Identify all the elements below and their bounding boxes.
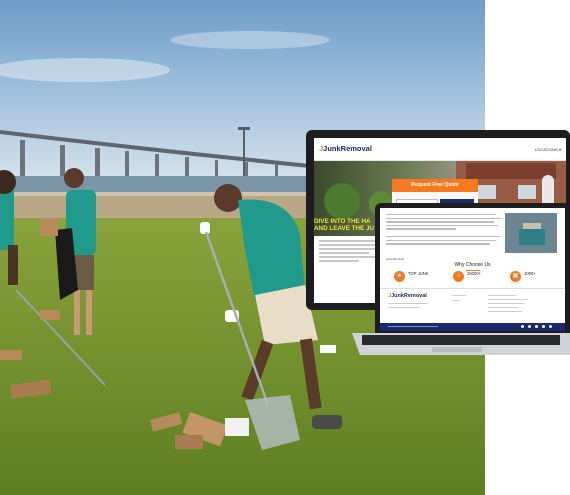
stat-value: 1000+ xyxy=(524,271,536,276)
trophy-icon: ★ xyxy=(394,271,405,282)
hero-headline: DIVE INTO THE HA AND LEAVE THE JU xyxy=(314,218,374,233)
site-header: JJunkRemoval LOCATIONS ▾ xyxy=(314,138,566,161)
window-image xyxy=(478,185,496,199)
stat-value: TOP JUNK xyxy=(408,271,429,276)
tree-image xyxy=(324,183,360,219)
locations-menu[interactable]: LOCATIONS ▾ xyxy=(535,147,561,152)
instagram-icon[interactable] xyxy=(549,325,552,328)
linkedin-icon[interactable] xyxy=(535,325,538,328)
twitter-icon[interactable] xyxy=(528,325,531,328)
logo-text: JunkRemoval xyxy=(323,144,372,154)
request-quote-button[interactable]: Request Free Quote xyxy=(392,179,478,192)
hero-headline-line2: AND LEAVE THE JU xyxy=(314,225,375,233)
stat-value: 25000+ xyxy=(467,271,482,276)
site-footer: JJunkRemoval xyxy=(380,288,565,324)
dumpster-image xyxy=(505,213,557,253)
footer-bar xyxy=(380,323,565,331)
junk-removal-link[interactable]: Junk Removal xyxy=(386,257,404,261)
window-image xyxy=(518,185,536,199)
laptop: Junk Removal Why Choose Us ★ TOP JUNK ⌂ … xyxy=(375,203,570,333)
laptop-paragraph: Junk Removal xyxy=(386,214,506,265)
footer-logo[interactable]: JJunkRemoval xyxy=(388,293,427,300)
home-icon: ⌂ xyxy=(453,271,464,282)
hero-headline-line1: DIVE INTO THE HA xyxy=(314,217,371,225)
laptop-keyboard-base xyxy=(352,333,570,355)
footer-logo-text: JunkRemoval xyxy=(391,293,427,299)
copyright-text xyxy=(388,325,438,327)
truck-icon: ▣ xyxy=(510,271,521,282)
facebook-icon[interactable] xyxy=(521,325,524,328)
site-logo[interactable]: JJunkRemoval xyxy=(319,145,372,153)
laptop-screen: Junk Removal Why Choose Us ★ TOP JUNK ⌂ … xyxy=(380,208,565,331)
section-title: Why Choose Us xyxy=(454,262,491,268)
youtube-icon[interactable] xyxy=(542,325,545,328)
